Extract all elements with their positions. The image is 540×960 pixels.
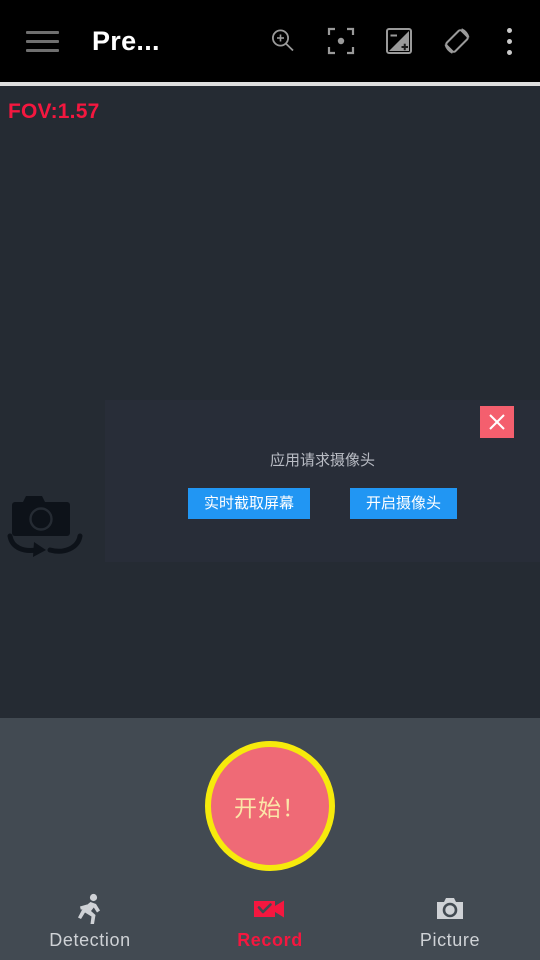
hamburger-bar (25, 48, 59, 52)
bottom-panel: 开始！ Detection Record Picture (0, 718, 540, 960)
app-bar-actions (254, 12, 540, 70)
tab-picture-label: Picture (419, 929, 481, 950)
zoom-in-icon[interactable] (254, 12, 312, 70)
kebab-dot (506, 49, 512, 55)
running-person-icon (75, 893, 105, 924)
tab-detection-label: Detection (49, 929, 131, 950)
open-camera-button[interactable]: 开启摄像头 (350, 488, 458, 520)
tab-detection[interactable]: Detection (0, 884, 180, 960)
hamburger-bar (25, 30, 59, 34)
focus-center-icon[interactable] (312, 12, 370, 70)
close-icon[interactable] (480, 406, 514, 438)
camera-permission-dialog: 应用请求摄像头 实时截取屏幕 开启摄像头 (105, 400, 540, 562)
kebab-more-icon[interactable] (486, 12, 532, 70)
app-root: Pre... FOV:1.57 应用请求摄像头 实时截取屏幕 开启摄像头 开始！… (0, 0, 540, 960)
kebab-dot (506, 27, 512, 33)
hamburger-menu-icon[interactable] (14, 13, 70, 69)
screen-rotation-icon[interactable] (428, 12, 486, 70)
camera-preview-area[interactable]: FOV:1.57 应用请求摄像头 实时截取屏幕 开启摄像头 (0, 86, 540, 718)
tab-record-label: Record (237, 929, 303, 950)
fov-label: FOV:1.57 (8, 100, 100, 123)
tab-picture[interactable]: Picture (360, 884, 540, 960)
switch-camera-icon[interactable] (2, 488, 90, 558)
dialog-message: 应用请求摄像头 (269, 452, 375, 469)
bottom-tab-bar: Detection Record Picture (0, 884, 540, 960)
photo-camera-icon (435, 894, 465, 924)
tab-record[interactable]: Record (180, 884, 360, 960)
page-title: Pre... (92, 25, 160, 56)
app-bar: Pre... (0, 0, 540, 82)
capture-screen-button[interactable]: 实时截取屏幕 (187, 488, 310, 520)
video-camera-check-icon (253, 894, 287, 924)
hamburger-bar (25, 39, 59, 43)
start-record-label: 开始！ (234, 795, 306, 821)
exposure-compensation-icon[interactable] (370, 12, 428, 70)
dialog-actions: 实时截取屏幕 开启摄像头 (105, 488, 540, 520)
kebab-dot (506, 38, 512, 44)
start-record-button[interactable]: 开始！ (205, 741, 335, 871)
